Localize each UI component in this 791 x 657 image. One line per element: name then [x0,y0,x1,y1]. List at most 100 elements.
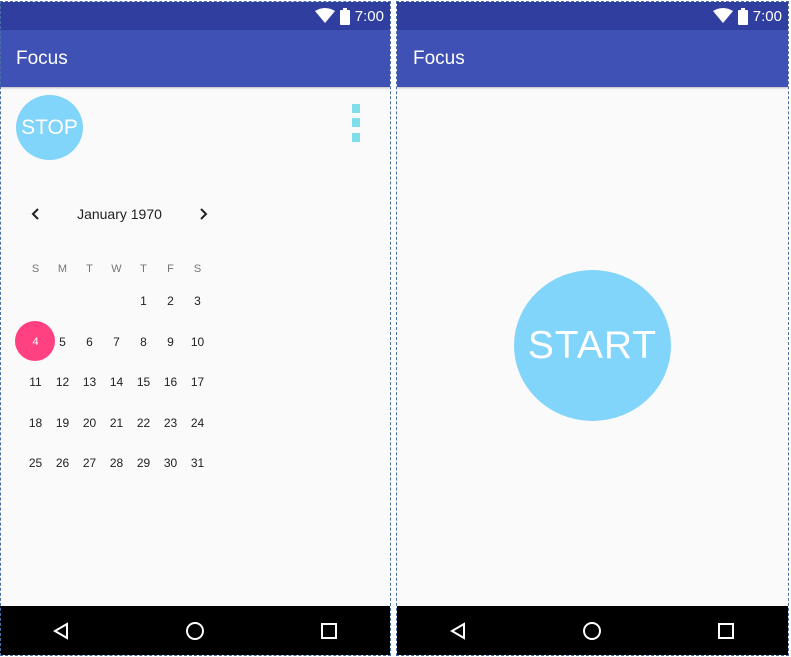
start-button[interactable]: START [514,270,671,421]
design-canvas: 7:00 Focus STOP January 1970 S M T W T F… [0,0,791,657]
back-icon[interactable] [445,618,471,644]
calendar-day[interactable]: 24 [184,408,211,438]
calendar-day[interactable]: 1 [130,286,157,316]
calendar-day-number: 1 [140,294,147,308]
weekday-label: S [31,263,40,275]
calendar-day-number: 13 [82,375,97,389]
calendar-day[interactable]: 22 [130,408,157,438]
status-bar: 7:00 [397,2,788,30]
battery-icon [339,7,350,25]
system-nav-bar [397,606,788,655]
app-bar: Focus [0,30,390,87]
calendar-day[interactable]: 9 [157,327,184,357]
calendar-empty-cell [103,286,130,316]
calendar-day[interactable]: 23 [157,408,184,438]
calendar-day-number: 10 [190,335,205,349]
calendar-day[interactable]: 5 [49,327,76,357]
calendar-day-number: 2 [167,294,174,308]
calendar-view: January 1970 S M T W T F S 1 2 3 4 5 6 7 8 9 10 11… [0,194,230,484]
calendar-week-row: 18 19 20 21 22 23 24 [22,408,211,438]
home-icon[interactable] [182,618,208,644]
calendar-day-number: 17 [190,375,205,389]
calendar-day-number: 19 [55,416,70,430]
calendar-day[interactable]: 19 [49,408,76,438]
more-vert-icon[interactable] [350,102,362,144]
chevron-left-icon[interactable] [22,200,50,228]
calendar-day-number: 31 [190,456,205,470]
calendar-day-number: 27 [82,456,97,470]
calendar-day-number: 30 [163,456,178,470]
calendar-day[interactable]: 21 [103,408,130,438]
stop-button[interactable]: STOP [16,95,83,160]
calendar-day-number: 29 [136,456,151,470]
calendar-day[interactable]: 27 [76,448,103,478]
calendar-day[interactable]: 20 [76,408,103,438]
calendar-day-number: 15 [136,375,151,389]
calendar-day[interactable]: 15 [130,367,157,397]
calendar-day-number: 12 [55,375,70,389]
back-icon[interactable] [48,618,74,644]
calendar-day-number: 21 [109,416,124,430]
calendar-day-number: 9 [167,335,174,349]
calendar-day-selected[interactable]: 4 [15,321,55,361]
wifi-icon [314,8,335,23]
system-nav-bar [0,606,390,655]
status-icons: 7:00 [314,2,384,30]
status-time: 7:00 [354,7,384,25]
calendar-day[interactable]: 3 [184,286,211,316]
calendar-day-number: 25 [28,456,43,470]
calendar-day-number: 23 [163,416,178,430]
chevron-right-icon[interactable] [189,200,217,228]
calendar-day-number: 28 [109,456,124,470]
wifi-icon [712,8,733,23]
calendar-day-number: 20 [82,416,97,430]
app-title: Focus [413,48,465,69]
calendar-day[interactable]: 12 [49,367,76,397]
calendar-day-number: 6 [86,335,93,349]
calendar-day[interactable]: 28 [103,448,130,478]
calendar-day[interactable]: 13 [76,367,103,397]
calendar-day[interactable]: 25 [22,448,49,478]
calendar-day[interactable]: 7 [103,327,130,357]
calendar-day[interactable]: 31 [184,448,211,478]
calendar-day[interactable]: 8 [130,327,157,357]
calendar-day-number: 4 [32,336,39,348]
calendar-day-number: 24 [190,416,205,430]
calendar-day-number: 5 [59,335,66,349]
weekday-label: T [140,263,147,275]
calendar-day[interactable]: 18 [22,408,49,438]
recents-icon[interactable] [316,618,342,644]
app-title: Focus [16,48,68,69]
weekday-label: F [167,263,174,275]
weekday-row: S M T W T F S [22,254,211,284]
calendar-day-number: 26 [55,456,70,470]
calendar-day[interactable]: 6 [76,327,103,357]
calendar-day[interactable]: 17 [184,367,211,397]
calendar-day[interactable]: 14 [103,367,130,397]
calendar-day-number: 11 [29,375,42,389]
month-label: January 1970 [77,206,162,222]
calendar-day[interactable]: 2 [157,286,184,316]
recents-icon[interactable] [713,618,739,644]
home-icon[interactable] [579,618,605,644]
calendar-day[interactable]: 29 [130,448,157,478]
calendar-day[interactable]: 10 [184,327,211,357]
calendar-day-number: 22 [136,416,151,430]
phone-screen-left: 7:00 Focus STOP January 1970 S M T W T F… [0,2,390,655]
weekday-label: T [86,263,93,275]
calendar-day-number: 16 [163,375,178,389]
calendar-day[interactable]: 26 [49,448,76,478]
battery-icon [737,7,748,25]
calendar-week-row: 25 26 27 28 29 30 31 [22,448,211,478]
calendar-day-number: 8 [140,335,147,349]
calendar-day-number: 14 [109,375,124,389]
calendar-week-row: 1 2 3 [22,286,211,316]
calendar-day[interactable]: 11 [22,367,49,397]
weekday-label: M [57,263,68,275]
status-time: 7:00 [752,7,782,25]
calendar-day-number: 18 [28,416,43,430]
weekday-label: W [111,263,122,275]
calendar-day[interactable]: 16 [157,367,184,397]
calendar-week-row: 11 12 13 14 15 16 17 [22,367,211,397]
calendar-day[interactable]: 30 [157,448,184,478]
